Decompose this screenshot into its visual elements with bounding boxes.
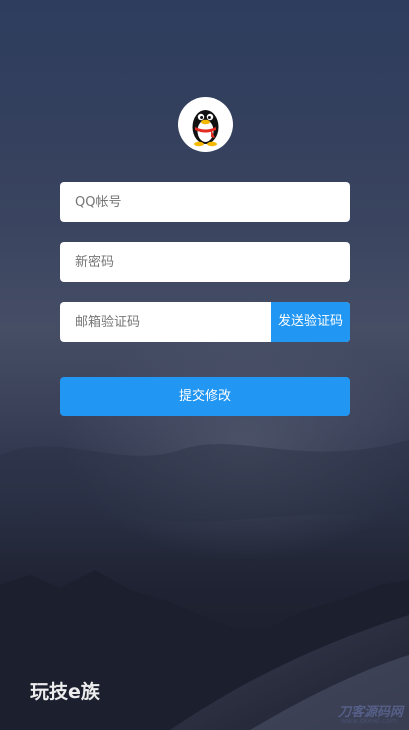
send-code-button[interactable]: 发送验证码 xyxy=(271,302,350,342)
email-code-input[interactable] xyxy=(60,302,271,342)
avatar xyxy=(178,97,233,152)
new-password-field xyxy=(60,242,350,282)
brand-logo: 玩技e族 xyxy=(30,681,100,703)
watermark-url: www.dkewl.com xyxy=(340,717,397,725)
login-screen: 发送验证码 提交修改 玩技e族 刀客源码网 www.dkewl.com xyxy=(0,0,409,730)
submit-button[interactable]: 提交修改 xyxy=(60,377,350,416)
qq-account-input[interactable] xyxy=(60,182,350,222)
qq-penguin-icon xyxy=(192,110,219,147)
qq-account-field xyxy=(60,182,350,222)
email-code-field: 发送验证码 xyxy=(60,302,350,342)
new-password-input[interactable] xyxy=(60,242,350,282)
